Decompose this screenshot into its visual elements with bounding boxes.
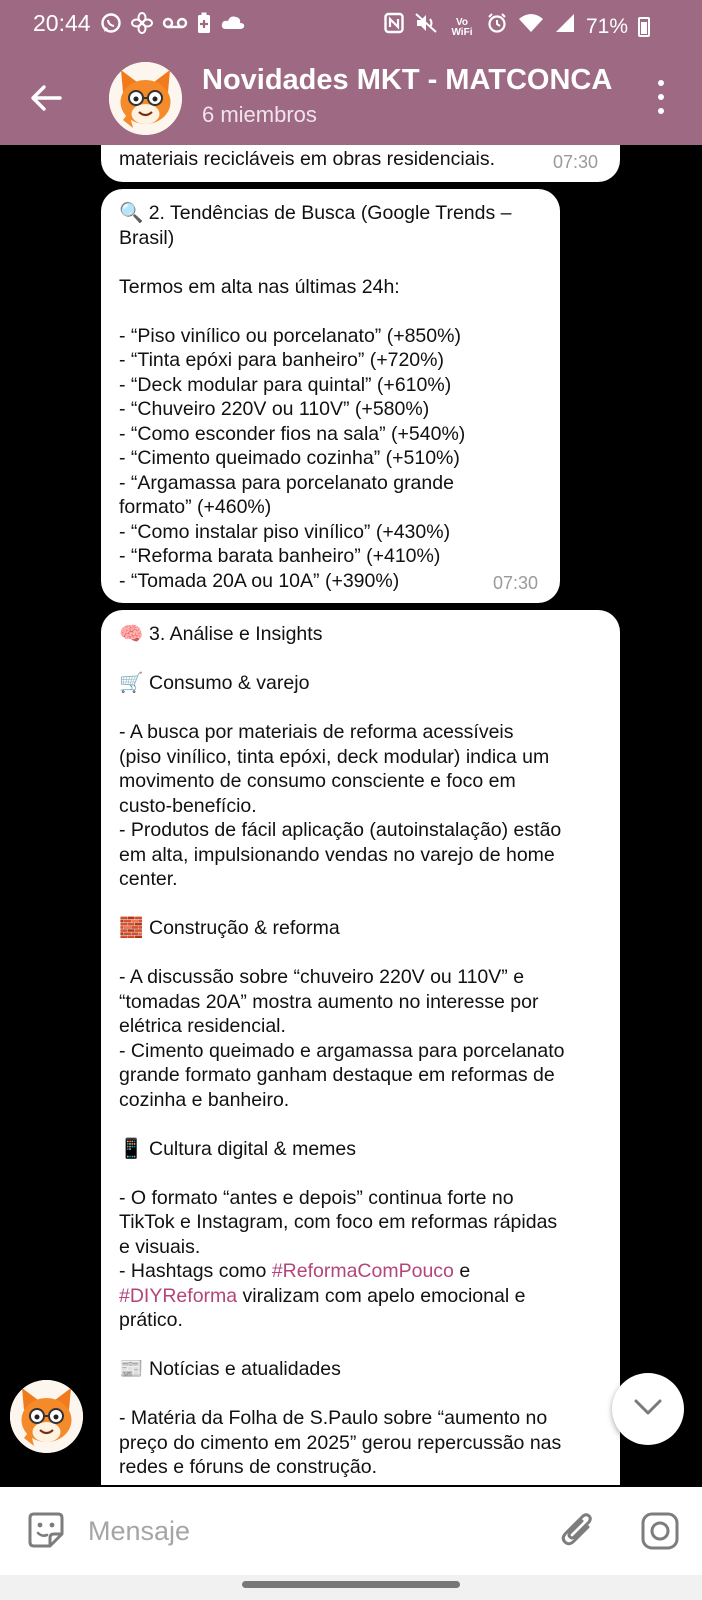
battery-saver-icon bbox=[197, 12, 211, 41]
message-line: (piso vinílico, tinta epóxi, deck modula… bbox=[119, 745, 550, 768]
message-line: preço do cimento em 2025” gerou repercus… bbox=[119, 1431, 562, 1454]
message-line: elétrica residencial. bbox=[119, 1015, 286, 1037]
subsection-title: Notícias e atualidades bbox=[149, 1358, 341, 1380]
newspaper-icon: 📰 bbox=[119, 1358, 144, 1380]
message-input[interactable] bbox=[86, 1505, 530, 1557]
message-line: - A busca por materiais de reforma acess… bbox=[119, 721, 514, 743]
message-line: - Hashtags como #ReformaComPouco e bbox=[119, 1259, 602, 1284]
message-line: “tomadas 20A” mostra aumento no interess… bbox=[119, 990, 539, 1013]
message-line: Brasil) bbox=[119, 226, 175, 249]
mute-icon bbox=[414, 12, 438, 41]
sticker-icon[interactable] bbox=[26, 1510, 66, 1550]
more-options-icon[interactable] bbox=[655, 80, 667, 114]
chat-title[interactable]: Novidades MKT - MATCONCA bbox=[202, 64, 622, 97]
message-line: - “Como esconder fios na sala” (+540%) bbox=[119, 422, 466, 445]
cloud-icon bbox=[220, 12, 246, 41]
section-title: 3. Análise e Insights bbox=[149, 623, 323, 645]
message-line: TikTok e Instagram, com foco em reformas… bbox=[119, 1211, 558, 1233]
fan-icon bbox=[131, 12, 153, 41]
mobile-phone-icon: 📱 bbox=[119, 1137, 144, 1160]
back-arrow-icon[interactable] bbox=[28, 80, 64, 116]
message-text: - Hashtags como bbox=[119, 1260, 272, 1282]
message-line bbox=[119, 299, 542, 324]
camera-icon[interactable] bbox=[640, 1511, 680, 1551]
message-line: - Cimento queimado e argamassa para porc… bbox=[119, 1039, 565, 1062]
message-bubble[interactable]: 🧠 3. Análise e Insights 🛒 Consumo & varejo… bbox=[101, 610, 620, 1485]
status-bar: 20:44 Vo WiFi 71% bbox=[0, 0, 702, 50]
message-line: - O formato “antes e depois” continua fo… bbox=[119, 1186, 514, 1209]
message-line: - “Tinta epóxi para banheiro” (+720%) bbox=[119, 349, 444, 371]
message-line: - Matéria da Folha de S.Paulo sobre “aum… bbox=[119, 1407, 548, 1429]
message-line bbox=[119, 250, 542, 275]
message-text: e bbox=[453, 1260, 471, 1282]
message-line: - A discussão sobre “chuveiro 220V ou 11… bbox=[119, 966, 525, 988]
message-line: - “Como instalar piso vinílico” (+430%) bbox=[119, 520, 451, 543]
signal-icon bbox=[554, 12, 576, 41]
message-line: formato” (+460%) bbox=[119, 496, 272, 518]
voicemail-icon bbox=[162, 12, 188, 41]
message-line: - “Deck modular para quintal” (+610%) bbox=[119, 373, 452, 396]
alarm-icon bbox=[486, 12, 508, 41]
message-line: movimento de consumo consciente e foco e… bbox=[119, 770, 516, 792]
message-line: - “Tomada 20A ou 10A” (+390%) bbox=[119, 569, 400, 592]
message-line: - “Cimento queimado cozinha” (+510%) bbox=[119, 447, 460, 469]
message-line: center. bbox=[119, 868, 178, 890]
message-line: em alta, impulsionando vendas no varejo … bbox=[119, 843, 555, 866]
battery-icon bbox=[638, 16, 650, 37]
message-line: redes e fóruns de construção. bbox=[119, 1456, 377, 1478]
message-bubble[interactable]: materiais recicláveis em obras residenci… bbox=[101, 145, 620, 182]
message-line: #DIYReforma viralizam com apelo emociona… bbox=[119, 1284, 602, 1309]
message-line: grande formato ganham destaque em reform… bbox=[119, 1064, 555, 1086]
message-text: materiais recicláveis em obras residenci… bbox=[119, 148, 496, 170]
chat-header: 20:44 Vo WiFi 71% Novidades MKT - MATCON… bbox=[0, 0, 702, 145]
subsection-title: Consumo & varejo bbox=[149, 672, 310, 694]
message-line: 🔍 2. Tendências de Busca (Google Trends … bbox=[119, 202, 512, 224]
message-line: e visuais. bbox=[119, 1235, 201, 1258]
member-count[interactable]: 6 miembros bbox=[202, 102, 317, 128]
message-line: - “Piso vinílico ou porcelanato” (+850%) bbox=[119, 324, 461, 347]
status-time: 20:44 bbox=[33, 10, 91, 36]
hashtag-link[interactable]: #ReformaComPouco bbox=[272, 1260, 454, 1282]
message-line: custo-benefício. bbox=[119, 794, 257, 817]
message-composer bbox=[0, 1487, 702, 1575]
message-line: - “Chuveiro 220V ou 110V” (+580%) bbox=[119, 398, 430, 420]
message-time: 07:30 bbox=[552, 151, 598, 172]
message-time: 07:30 bbox=[492, 572, 538, 593]
message-line: - “Argamassa para porcelanato grande bbox=[119, 471, 454, 494]
message-bubble[interactable]: 🔍 2. Tendências de Busca (Google Trends … bbox=[101, 189, 560, 603]
scroll-down-button[interactable] bbox=[612, 1373, 684, 1445]
brick-icon: 🧱 bbox=[119, 917, 144, 939]
shopping-cart-icon: 🛒 bbox=[119, 672, 144, 694]
brain-icon: 🧠 bbox=[119, 623, 144, 645]
message-list[interactable]: materiais recicláveis em obras residenci… bbox=[0, 145, 702, 1485]
message-line: cozinha e banheiro. bbox=[119, 1088, 290, 1111]
message-line: - “Reforma barata banheiro” (+410%) bbox=[119, 545, 441, 567]
wifi-icon bbox=[518, 12, 544, 41]
message-text: viralizam com apelo emocional e bbox=[237, 1284, 526, 1307]
home-gesture-bar[interactable] bbox=[242, 1581, 460, 1588]
message-line: prático. bbox=[119, 1309, 183, 1331]
message-line: Termos em alta nas últimas 24h: bbox=[119, 275, 400, 298]
battery-percent: 71% bbox=[585, 14, 628, 38]
hashtag-link[interactable]: #DIYReforma bbox=[119, 1285, 237, 1307]
whatsapp-icon bbox=[100, 12, 122, 41]
paperclip-icon[interactable] bbox=[558, 1509, 598, 1551]
system-navigation-bar bbox=[0, 1575, 702, 1600]
chevron-down-icon bbox=[633, 1398, 663, 1421]
subsection-title: Cultura digital & memes bbox=[149, 1137, 356, 1160]
group-avatar[interactable] bbox=[109, 62, 182, 135]
nfc-icon bbox=[384, 12, 404, 41]
vowifi-icon: Vo WiFi bbox=[451, 16, 473, 38]
sender-avatar[interactable] bbox=[10, 1380, 83, 1453]
message-line: - Produtos de fácil aplicação (autoinsta… bbox=[119, 819, 562, 841]
subsection-title: Construção & reforma bbox=[149, 917, 340, 939]
